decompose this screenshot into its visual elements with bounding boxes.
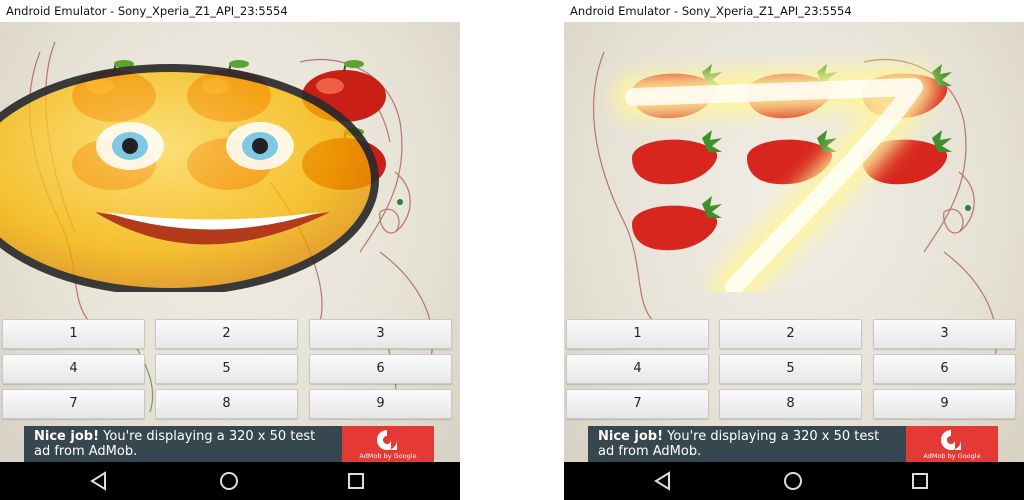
admob-logo[interactable]: AdMob by Google	[342, 426, 434, 462]
key-5[interactable]: 5	[719, 354, 862, 384]
back-triangle-icon[interactable]	[652, 470, 674, 492]
key-9[interactable]: 9	[309, 389, 452, 419]
key-4[interactable]: 4	[566, 354, 709, 384]
key-6[interactable]: 6	[309, 354, 452, 384]
number-keypad: 1 2 3 4 5 6 7 8 9	[2, 319, 458, 423]
admob-logo-icon	[377, 430, 397, 450]
smiley-face-icon	[0, 64, 379, 292]
admob-logo[interactable]: AdMob by Google	[906, 426, 998, 462]
key-2[interactable]: 2	[155, 319, 298, 349]
number-keypad: 1 2 3 4 5 6 7 8 9	[566, 319, 1022, 423]
key-2[interactable]: 2	[719, 319, 862, 349]
key-6[interactable]: 6	[873, 354, 1016, 384]
key-7[interactable]: 7	[566, 389, 709, 419]
emulator-window-left: Android Emulator - Sony_Xperia_Z1_API_23…	[0, 0, 460, 500]
ad-headline: Nice job!	[598, 429, 664, 444]
key-5[interactable]: 5	[155, 354, 298, 384]
home-circle-icon[interactable]	[218, 470, 240, 492]
key-4[interactable]: 4	[2, 354, 145, 384]
window-title: Android Emulator - Sony_Xperia_Z1_API_23…	[564, 0, 1024, 22]
admob-logo-text: AdMob by Google	[923, 452, 981, 460]
window-title: Android Emulator - Sony_Xperia_Z1_API_23…	[0, 0, 460, 22]
admob-logo-icon	[941, 430, 961, 450]
admob-banner[interactable]: Nice job! You're displaying a 320 x 50 t…	[24, 426, 434, 462]
admob-banner[interactable]: Nice job! You're displaying a 320 x 50 t…	[588, 426, 998, 462]
admob-logo-text: AdMob by Google	[359, 452, 417, 460]
recents-square-icon[interactable]	[345, 470, 367, 492]
key-1[interactable]: 1	[566, 319, 709, 349]
glowing-seven-icon	[612, 65, 936, 292]
ad-text: Nice job! You're displaying a 320 x 50 t…	[34, 429, 334, 459]
android-navbar	[0, 462, 460, 500]
ad-text: Nice job! You're displaying a 320 x 50 t…	[598, 429, 898, 459]
home-circle-icon[interactable]	[782, 470, 804, 492]
key-9[interactable]: 9	[873, 389, 1016, 419]
emulator-window-right: Android Emulator - Sony_Xperia_Z1_API_23…	[564, 0, 1024, 500]
ad-headline: Nice job!	[34, 429, 100, 444]
android-navbar	[564, 462, 1024, 500]
key-3[interactable]: 3	[309, 319, 452, 349]
key-3[interactable]: 3	[873, 319, 1016, 349]
recents-square-icon[interactable]	[909, 470, 931, 492]
game-screen[interactable]: 1 2 3 4 5 6 7 8 9	[564, 22, 1024, 462]
key-7[interactable]: 7	[2, 389, 145, 419]
back-triangle-icon[interactable]	[88, 470, 110, 492]
key-8[interactable]: 8	[155, 389, 298, 419]
game-screen[interactable]: 1 2 3 4 5 6 7 8 9	[0, 22, 460, 462]
key-1[interactable]: 1	[2, 319, 145, 349]
key-8[interactable]: 8	[719, 389, 862, 419]
